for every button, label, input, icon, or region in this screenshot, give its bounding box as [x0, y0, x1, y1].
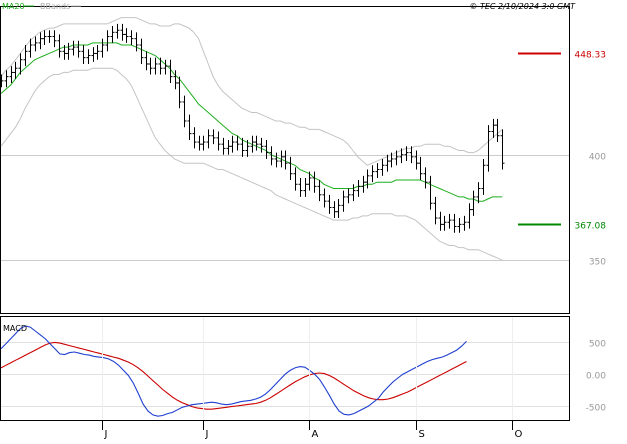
copyright-text: © TEC 2/10/2024 3:0 GMT: [469, 2, 576, 11]
legend-bbands-label: BBands: [40, 2, 70, 11]
macd-y-axis: 500 0.00 -500: [586, 340, 607, 414]
chart-svg: 448.33 367.08 400 350 500 0.00 -500 J J A S O MA…: [0, 2, 607, 440]
macd-tick-label: -500: [586, 404, 607, 414]
x-month-label: O: [515, 429, 523, 440]
support-level-label: 367.08: [575, 222, 607, 232]
x-month-label: J: [205, 429, 209, 440]
legend-ma20-label: MA20: [2, 2, 25, 11]
x-month-label: J: [104, 429, 108, 440]
price-tick-label: 400: [589, 153, 606, 163]
macd-panel-frame: [0, 316, 570, 421]
macd-tick-label: 500: [589, 340, 606, 350]
macd-title: MACD: [3, 324, 27, 333]
x-month-label: S: [419, 429, 425, 440]
stock-chart: 448.33 367.08 400 350 500 0.00 -500 J J A S O MA…: [0, 0, 627, 440]
price-tick-label: 350: [589, 258, 606, 268]
x-month-label: A: [312, 429, 319, 440]
price-y-axis: 400 350: [589, 153, 606, 268]
macd-tick-label: 0.00: [586, 372, 606, 382]
resistance-level-label: 448.33: [575, 51, 607, 61]
